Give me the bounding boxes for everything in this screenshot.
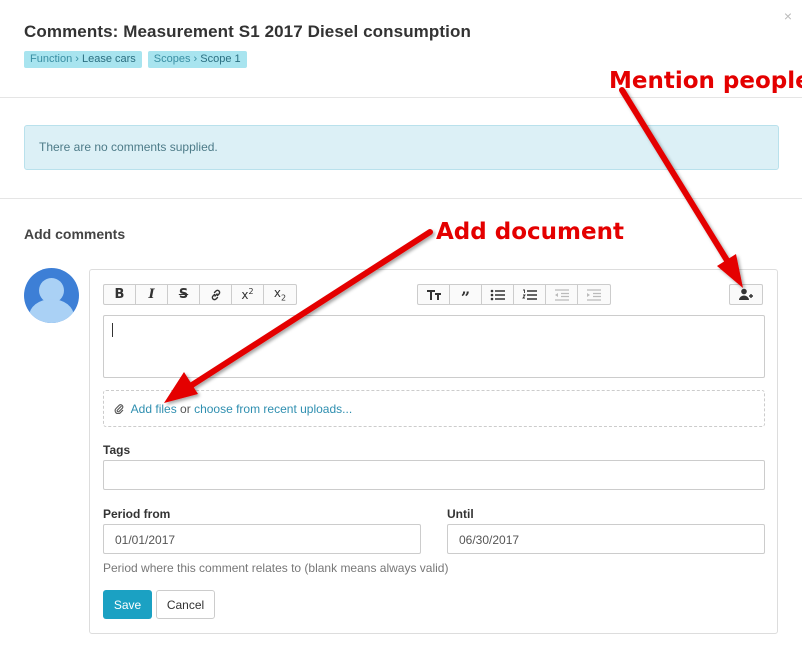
toolbar-block-group: ” [417, 284, 611, 305]
period-from-label: Period from [103, 507, 171, 521]
numbered-list-icon[interactable] [514, 285, 546, 304]
save-button[interactable]: Save [103, 590, 152, 619]
attach-or-text: or [180, 402, 191, 416]
breadcrumb-scope-prefix: Scopes › [153, 53, 201, 65]
indent-icon[interactable] [578, 285, 610, 304]
add-document-annotation: Add document [436, 219, 624, 245]
superscript-icon[interactable]: x2 [232, 285, 264, 304]
attachment-dropzone[interactable]: Add files or choose from recent uploads.… [103, 390, 765, 427]
avatar-body [29, 299, 74, 323]
italic-icon[interactable]: I [136, 285, 168, 304]
tags-label: Tags [103, 443, 131, 457]
until-input[interactable]: 06/30/2017 [447, 524, 765, 554]
toolbar-mention-group [729, 284, 763, 305]
text-caret [112, 323, 113, 337]
cancel-button[interactable]: Cancel [156, 590, 215, 619]
breadcrumb: Function › Lease cars Scopes › Scope 1 [24, 51, 247, 68]
bullet-list-icon[interactable] [482, 285, 514, 304]
modal-title: Comments: Measurement S1 2017 Diesel con… [24, 22, 471, 41]
comment-editor[interactable] [103, 315, 765, 378]
comment-form: B I S x2 x2 ” Add files or choose from r… [89, 269, 778, 634]
tags-input[interactable] [103, 460, 765, 490]
breadcrumb-function-value: Lease cars [81, 53, 136, 65]
until-label: Until [447, 507, 474, 521]
mention-user-icon[interactable] [730, 285, 762, 304]
close-icon[interactable]: × [784, 8, 792, 24]
breadcrumb-scope[interactable]: Scopes › Scope 1 [147, 51, 247, 68]
add-files-link[interactable]: Add files [131, 402, 177, 416]
strikethrough-icon[interactable]: S [168, 285, 200, 304]
no-comments-notice: There are no comments supplied. [24, 125, 779, 170]
add-comments-title: Add comments [24, 226, 126, 242]
breadcrumb-function-prefix: Function › [30, 53, 82, 65]
subscript-icon[interactable]: x2 [264, 285, 296, 304]
period-help-text: Period where this comment relates to (bl… [103, 561, 449, 575]
mention-people-annotation: Mention people [609, 68, 802, 94]
breadcrumb-scope-value: Scope 1 [200, 53, 241, 65]
outdent-icon[interactable] [546, 285, 578, 304]
link-icon[interactable] [200, 285, 232, 304]
recent-uploads-link[interactable]: choose from recent uploads... [194, 402, 352, 416]
comments-section: There are no comments supplied. [0, 98, 802, 199]
paperclip-icon [114, 402, 124, 416]
toolbar-format-group: B I S x2 x2 [103, 284, 297, 305]
breadcrumb-function[interactable]: Function › Lease cars [24, 51, 142, 68]
period-from-input[interactable]: 01/01/2017 [103, 524, 421, 554]
avatar [24, 268, 79, 323]
blockquote-icon[interactable]: ” [450, 285, 482, 305]
bold-icon[interactable]: B [104, 285, 136, 304]
text-size-icon[interactable] [418, 285, 450, 304]
